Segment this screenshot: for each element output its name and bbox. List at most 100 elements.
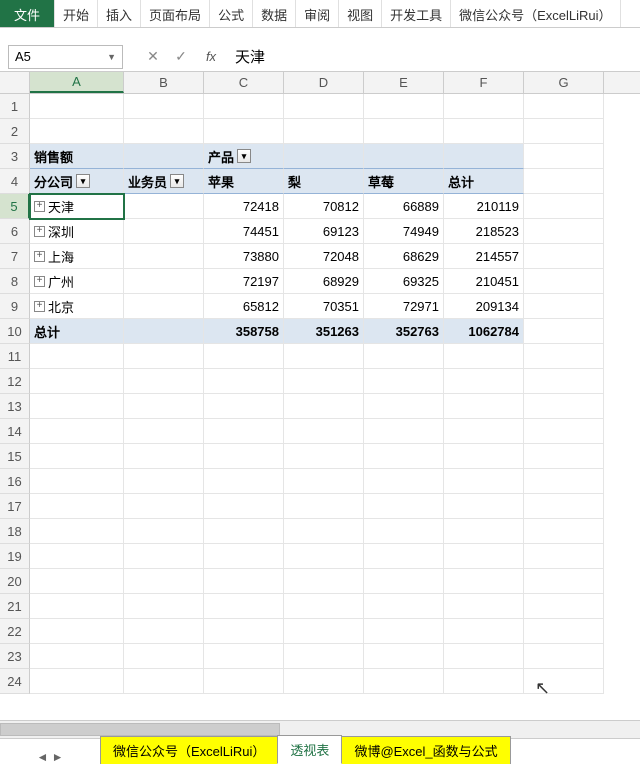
cell[interactable] xyxy=(364,544,444,569)
cell[interactable] xyxy=(284,569,364,594)
row-header[interactable]: 5 xyxy=(0,194,30,219)
cell[interactable] xyxy=(124,644,204,669)
cell[interactable] xyxy=(204,94,284,119)
cell[interactable] xyxy=(124,569,204,594)
row-header[interactable]: 19 xyxy=(0,544,30,569)
row-header[interactable]: 3 xyxy=(0,144,30,169)
pivot-value[interactable]: 68629 xyxy=(364,244,444,269)
cell[interactable] xyxy=(364,444,444,469)
pivot-value[interactable]: 210451 xyxy=(444,269,524,294)
row-header[interactable]: 9 xyxy=(0,294,30,319)
cell[interactable] xyxy=(364,394,444,419)
ribbon-tab[interactable]: 微信公众号（ExcelLiRui） xyxy=(451,0,620,27)
cell[interactable] xyxy=(364,494,444,519)
cell[interactable] xyxy=(284,469,364,494)
cell[interactable] xyxy=(444,369,524,394)
cell[interactable] xyxy=(284,394,364,419)
row-header[interactable]: 7 xyxy=(0,244,30,269)
cell[interactable] xyxy=(364,669,444,694)
cell[interactable] xyxy=(124,519,204,544)
row-header[interactable]: 2 xyxy=(0,119,30,144)
pivot-value[interactable]: 72197 xyxy=(204,269,284,294)
cell[interactable] xyxy=(364,369,444,394)
pivot-value[interactable]: 72971 xyxy=(364,294,444,319)
formula-input[interactable] xyxy=(225,48,640,65)
pivot-value[interactable]: 74451 xyxy=(204,219,284,244)
pivot-col-header[interactable]: 草莓 xyxy=(364,169,444,194)
row-header[interactable]: 12 xyxy=(0,369,30,394)
cell[interactable] xyxy=(444,144,524,169)
pivot-value[interactable]: 69123 xyxy=(284,219,364,244)
cell[interactable] xyxy=(30,94,124,119)
cell[interactable] xyxy=(444,644,524,669)
cell[interactable] xyxy=(30,469,124,494)
row-header[interactable]: 14 xyxy=(0,419,30,444)
cell[interactable] xyxy=(30,544,124,569)
row-header[interactable]: 22 xyxy=(0,619,30,644)
cell[interactable] xyxy=(284,144,364,169)
expand-icon[interactable]: + xyxy=(34,276,45,287)
pivot-label[interactable]: 销售额 xyxy=(30,144,124,169)
row-header[interactable]: 23 xyxy=(0,644,30,669)
cell[interactable] xyxy=(444,619,524,644)
cell[interactable] xyxy=(124,194,204,219)
cell[interactable] xyxy=(124,344,204,369)
cell[interactable] xyxy=(524,94,604,119)
cell[interactable] xyxy=(524,169,604,194)
pivot-row-item[interactable]: +上海 xyxy=(30,244,124,269)
cell[interactable] xyxy=(364,419,444,444)
pivot-grand-value[interactable]: 352763 xyxy=(364,319,444,344)
pivot-value[interactable]: 74949 xyxy=(364,219,444,244)
filter-icon[interactable]: ▾ xyxy=(237,149,251,163)
cell[interactable] xyxy=(524,269,604,294)
cell[interactable] xyxy=(204,519,284,544)
fx-icon[interactable]: fx xyxy=(197,45,225,69)
cell[interactable] xyxy=(30,569,124,594)
pivot-value[interactable]: 70812 xyxy=(284,194,364,219)
cell[interactable] xyxy=(284,419,364,444)
pivot-value[interactable]: 73880 xyxy=(204,244,284,269)
cell[interactable] xyxy=(364,119,444,144)
cell[interactable] xyxy=(30,494,124,519)
cell[interactable] xyxy=(444,469,524,494)
ribbon-tab[interactable]: 公式 xyxy=(210,0,253,27)
cell[interactable] xyxy=(524,394,604,419)
cell[interactable] xyxy=(444,669,524,694)
cell[interactable] xyxy=(364,644,444,669)
pivot-grand-total-label[interactable]: 总计 xyxy=(30,319,124,344)
check-icon[interactable]: ✓ xyxy=(167,45,195,69)
pivot-value[interactable]: 72418 xyxy=(204,194,284,219)
pivot-row-item[interactable]: +广州 xyxy=(30,269,124,294)
pivot-col-header[interactable]: 苹果 xyxy=(204,169,284,194)
cell[interactable] xyxy=(364,569,444,594)
cell[interactable] xyxy=(124,444,204,469)
expand-icon[interactable]: + xyxy=(34,201,45,212)
row-header[interactable]: 21 xyxy=(0,594,30,619)
pivot-value[interactable]: 218523 xyxy=(444,219,524,244)
row-header[interactable]: 13 xyxy=(0,394,30,419)
cell[interactable] xyxy=(124,494,204,519)
cell[interactable] xyxy=(124,294,204,319)
ribbon-tab[interactable]: 审阅 xyxy=(296,0,339,27)
cell[interactable] xyxy=(364,619,444,644)
row-header[interactable]: 15 xyxy=(0,444,30,469)
row-header[interactable]: 18 xyxy=(0,519,30,544)
cell[interactable] xyxy=(30,369,124,394)
filter-icon[interactable]: ▾ xyxy=(170,174,184,188)
cell[interactable] xyxy=(284,494,364,519)
cell[interactable] xyxy=(284,444,364,469)
cell[interactable] xyxy=(524,544,604,569)
cell[interactable] xyxy=(524,444,604,469)
expand-icon[interactable]: + xyxy=(34,226,45,237)
cell[interactable] xyxy=(204,369,284,394)
cell[interactable] xyxy=(204,444,284,469)
cell[interactable] xyxy=(30,594,124,619)
cell[interactable] xyxy=(284,94,364,119)
cell[interactable] xyxy=(444,119,524,144)
cell[interactable] xyxy=(30,669,124,694)
column-header[interactable]: C xyxy=(204,72,284,93)
row-header[interactable]: 16 xyxy=(0,469,30,494)
pivot-col-header[interactable]: 梨 xyxy=(284,169,364,194)
ribbon-tab[interactable]: 数据 xyxy=(253,0,296,27)
pivot-value[interactable]: 69325 xyxy=(364,269,444,294)
